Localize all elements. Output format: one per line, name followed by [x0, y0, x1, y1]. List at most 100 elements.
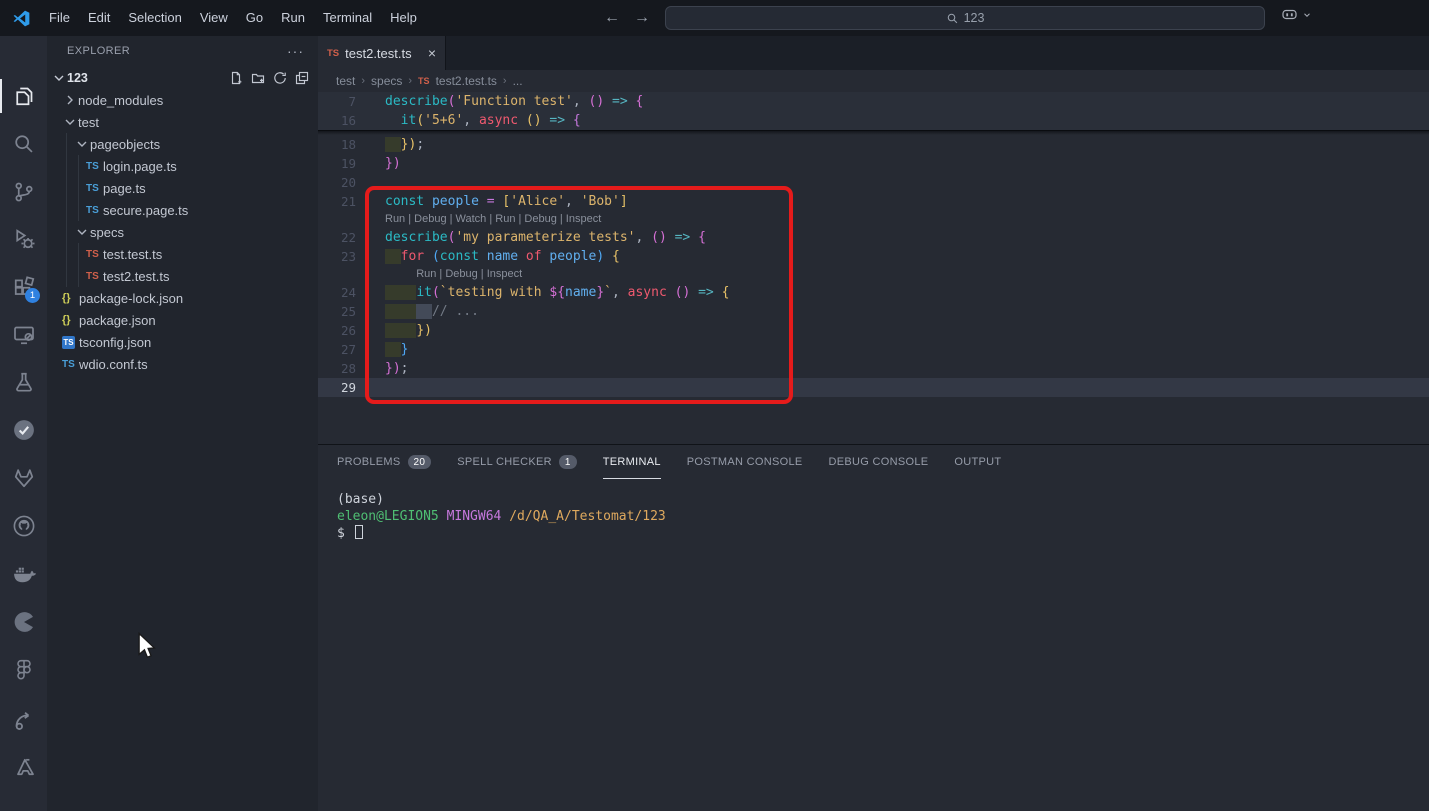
menu-run[interactable]: Run	[272, 0, 314, 36]
activity-source-control-icon[interactable]	[0, 172, 47, 212]
activity-check-circle-icon[interactable]	[0, 410, 47, 450]
panel-tab-problems[interactable]: PROBLEMS20	[337, 445, 431, 479]
line-number: 18	[318, 135, 356, 154]
line-number: 26	[318, 321, 356, 340]
terminal-text: MINGW64	[447, 509, 502, 524]
activity-github-icon[interactable]	[0, 506, 47, 546]
activity-extensions-icon[interactable]: 1	[0, 267, 47, 307]
activity-figma-icon[interactable]	[0, 650, 47, 690]
panel-tab-label: DEBUG CONSOLE	[829, 456, 929, 468]
sticky-code-line[interactable]: 16 it('5+6', async () => {	[318, 111, 1429, 130]
code-editor[interactable]: 7describe('Function test', () => {16 it(…	[318, 92, 1429, 444]
activity-remote-explorer-icon[interactable]	[0, 315, 47, 355]
code-token: })	[385, 156, 401, 171]
line-number: 20	[318, 173, 356, 192]
tree-item-test2-test-ts[interactable]: TStest2.test.ts	[47, 265, 318, 287]
tree-item-label: test2.test.ts	[103, 269, 169, 284]
breadcrumb[interactable]: test›specs›TStest2.test.ts›...	[318, 70, 1429, 92]
breadcrumb-item[interactable]: specs	[371, 74, 402, 88]
menu-edit[interactable]: Edit	[79, 0, 119, 36]
activity-run-and-debug-icon[interactable]	[0, 219, 47, 259]
copilot-menu[interactable]	[1281, 7, 1312, 22]
chevron-right-icon	[62, 92, 78, 108]
code-line[interactable]: 18 });	[318, 135, 1429, 154]
forward-arrow-icon[interactable]: →	[634, 9, 650, 27]
menu-help[interactable]: Help	[381, 0, 426, 36]
tree-item-label: package.json	[79, 313, 156, 328]
new-file-icon[interactable]	[228, 70, 244, 86]
menu-selection[interactable]: Selection	[119, 0, 190, 36]
extensions-badge: 1	[25, 288, 40, 303]
code-token	[565, 113, 573, 128]
title-bar: FileEditSelectionViewGoRunTerminalHelp ←…	[0, 0, 1429, 36]
tab-test2-test-ts[interactable]: TS test2.test.ts ×	[318, 36, 446, 70]
panel-tab-label: OUTPUT	[954, 456, 1001, 468]
tree-item-tsconfig-json[interactable]: TStsconfig.json	[47, 331, 318, 353]
tree-item-specs[interactable]: specs	[47, 221, 318, 243]
tree-item-pageobjects[interactable]: pageobjects	[47, 133, 318, 155]
tree-item-login-page-ts[interactable]: TSlogin.page.ts	[47, 155, 318, 177]
breadcrumb-separator: ›	[361, 75, 365, 87]
editor-tab-bar: TS test2.test.ts ×	[318, 36, 1429, 70]
activity-live-share-icon[interactable]	[0, 699, 47, 739]
activity-docker-icon[interactable]	[0, 554, 47, 594]
vscode-logo-icon	[13, 10, 30, 27]
new-folder-icon[interactable]	[250, 70, 266, 86]
terminal-output[interactable]: (base)eleon@LEGION5 MINGW64 /d/QA_A/Test…	[318, 479, 1429, 542]
activity-explorer-icon[interactable]	[0, 76, 47, 116]
tree-item-label: specs	[90, 225, 124, 240]
panel-tab-debug-console[interactable]: DEBUG CONSOLE	[829, 445, 929, 479]
activity-pie-circle-icon[interactable]	[0, 602, 47, 642]
tree-item-node-modules[interactable]: node_modules	[47, 89, 318, 111]
menu-terminal[interactable]: Terminal	[314, 0, 381, 36]
tree-item-page-ts[interactable]: TSpage.ts	[47, 177, 318, 199]
panel-tab-spell-checker[interactable]: SPELL CHECKER1	[457, 445, 576, 479]
mouse-cursor	[137, 632, 156, 660]
menu-go[interactable]: Go	[237, 0, 272, 36]
collapse-all-icon[interactable]	[294, 70, 310, 86]
typescript-file-icon: TS	[86, 271, 103, 282]
views-more-icon[interactable]: ···	[287, 43, 304, 59]
line-number: 28	[318, 359, 356, 378]
tree-item-secure-page-ts[interactable]: TSsecure.page.ts	[47, 199, 318, 221]
typescript-file-icon: TS	[62, 359, 79, 370]
breadcrumb-item[interactable]: test	[336, 74, 355, 88]
terminal-text: /d/QA_A/Testomat/123	[509, 509, 666, 524]
tree-item-label: test	[78, 115, 99, 130]
menu-view[interactable]: View	[191, 0, 237, 36]
breadcrumb-item[interactable]: test2.test.ts	[436, 74, 497, 88]
tree-item-package-json[interactable]: {}package.json	[47, 309, 318, 331]
terminal-text: $	[337, 526, 353, 541]
typescript-file-icon: TS	[86, 249, 103, 260]
tree-item-label: node_modules	[78, 93, 163, 108]
activity-azure-icon[interactable]	[0, 747, 47, 787]
activity-gitlab-icon[interactable]	[0, 458, 47, 498]
close-tab-icon[interactable]: ×	[428, 45, 436, 61]
tree-item-package-lock-json[interactable]: {}package-lock.json	[47, 287, 318, 309]
sticky-code-line[interactable]: 7describe('Function test', () => {	[318, 92, 1429, 111]
panel-tab-terminal[interactable]: TERMINAL	[603, 445, 661, 479]
panel-tab-postman-console[interactable]: POSTMAN CONSOLE	[687, 445, 803, 479]
refresh-icon[interactable]	[272, 70, 288, 86]
code-line[interactable]: 19})	[318, 154, 1429, 173]
tree-item-wdio-conf-ts[interactable]: TSwdio.conf.ts	[47, 353, 318, 375]
activity-testing-icon[interactable]	[0, 362, 47, 402]
menu-file[interactable]: File	[40, 0, 79, 36]
activity-bar: 1 ···	[0, 36, 47, 811]
workspace-root-row[interactable]: 123	[47, 66, 318, 89]
line-number: 23	[318, 247, 356, 266]
back-arrow-icon[interactable]: ←	[604, 9, 620, 27]
copilot-icon	[1281, 7, 1298, 22]
tree-item-test-test-ts[interactable]: TStest.test.ts	[47, 243, 318, 265]
indent-guide	[78, 243, 79, 287]
breadcrumb-item[interactable]: ...	[513, 74, 523, 88]
terminal-line: (base)	[337, 491, 1429, 508]
code-token: ()	[526, 113, 542, 128]
activity-search-icon[interactable]	[0, 124, 47, 164]
tree-item-test[interactable]: test	[47, 111, 318, 133]
panel-tab-output[interactable]: OUTPUT	[954, 445, 1001, 479]
indent-guide	[78, 155, 79, 221]
tree-item-label: tsconfig.json	[79, 335, 151, 350]
activity-more-views[interactable]: ···	[0, 795, 47, 811]
command-center-search[interactable]: 123	[665, 6, 1265, 30]
